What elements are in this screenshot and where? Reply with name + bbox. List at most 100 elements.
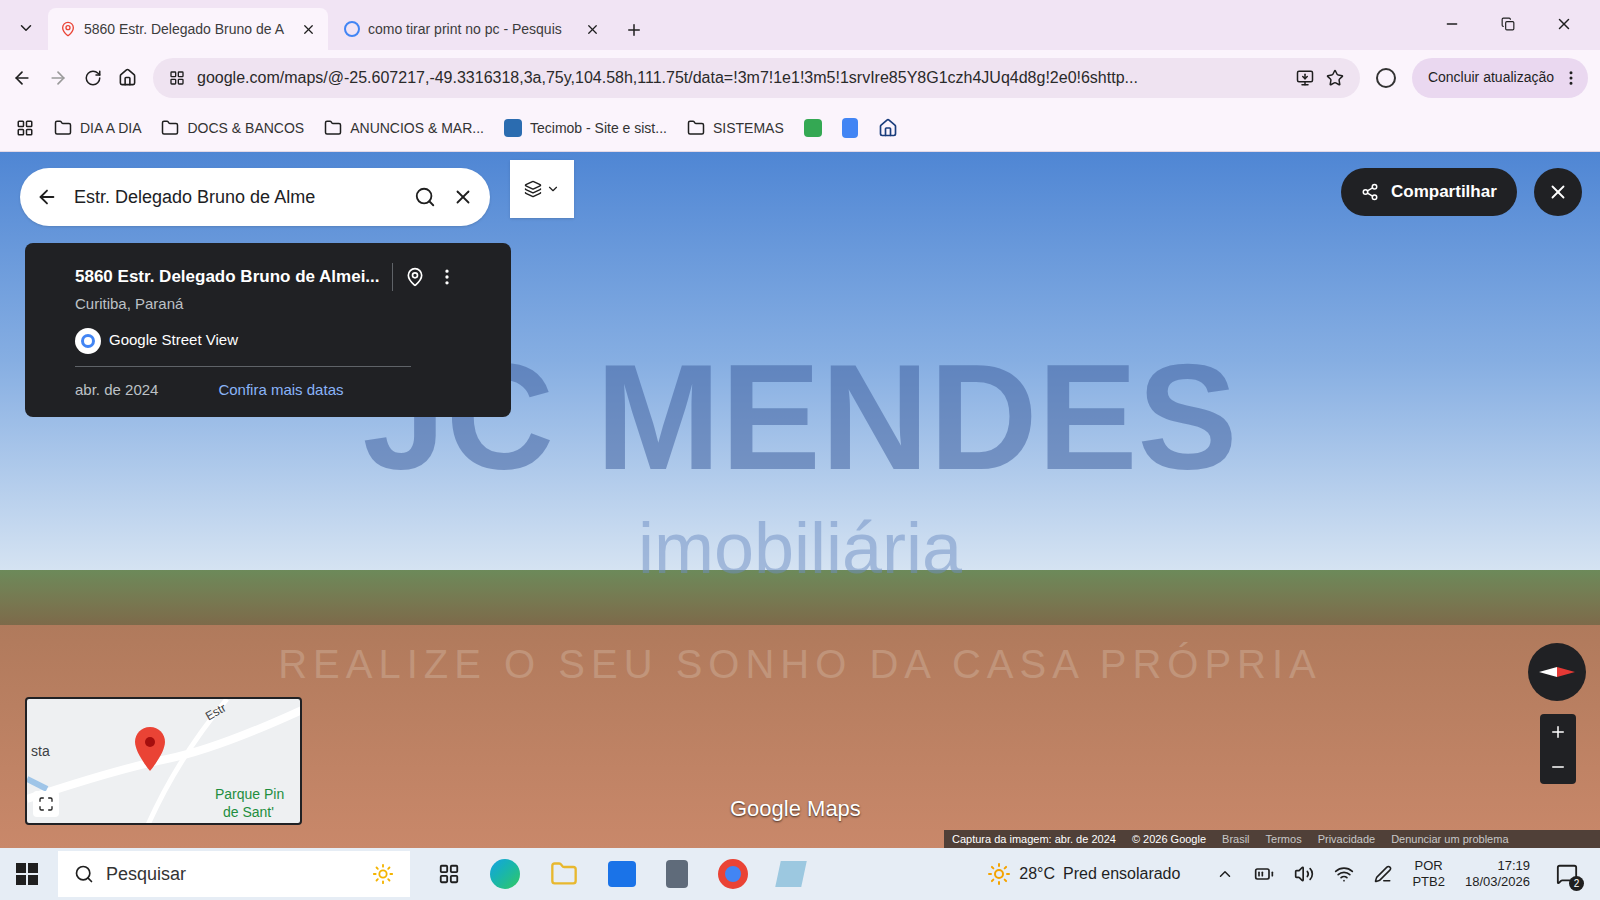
windows-start-icon[interactable] bbox=[16, 863, 38, 885]
copilot-icon bbox=[372, 863, 394, 885]
tab-strip: 5860 Estr. Delegado Bruno de A como tirar… bbox=[0, 0, 1600, 50]
search-icon[interactable] bbox=[414, 186, 436, 208]
map-footer: Captura da imagem: abr. de 2024 © 2026 Go… bbox=[944, 830, 1600, 848]
tab-title: 5860 Estr. Delegado Bruno de A bbox=[84, 19, 293, 40]
footer-link[interactable]: Denunciar um problema bbox=[1391, 831, 1508, 848]
sheets-icon[interactable] bbox=[804, 119, 822, 137]
google-icon bbox=[75, 328, 101, 354]
folder-icon bbox=[324, 119, 342, 137]
footer-link: © 2026 Google bbox=[1132, 831, 1206, 848]
tray-icon[interactable] bbox=[1216, 865, 1234, 883]
minimap[interactable]: staEstrParque Pinde Sant' bbox=[25, 697, 302, 825]
share-icon bbox=[1361, 183, 1379, 201]
card-subtitle: Curitiba, Paraná bbox=[75, 293, 461, 316]
footer-link[interactable]: Privacidade bbox=[1318, 831, 1375, 848]
back-icon[interactable] bbox=[36, 186, 58, 208]
apps-icon[interactable] bbox=[16, 119, 34, 137]
footer-link[interactable]: Termos bbox=[1266, 831, 1302, 848]
extension-icon[interactable] bbox=[1376, 68, 1396, 88]
folder-icon bbox=[687, 119, 705, 137]
info-card: 5860 Estr. Delegado Bruno de Almei...Cur… bbox=[25, 243, 511, 417]
forward-icon[interactable] bbox=[48, 68, 68, 88]
search-input[interactable]: Estr. Delegado Bruno de Alme bbox=[74, 184, 398, 211]
back-icon[interactable] bbox=[12, 68, 32, 88]
home-icon[interactable] bbox=[118, 68, 137, 87]
tab-list-button[interactable] bbox=[8, 8, 44, 48]
folder-icon bbox=[161, 119, 179, 137]
close-tab-icon[interactable] bbox=[585, 22, 600, 37]
clock[interactable]: 17:1918/03/2026 bbox=[1457, 858, 1538, 891]
chrome-icon[interactable] bbox=[718, 859, 748, 889]
compass[interactable] bbox=[1528, 643, 1586, 701]
zoom-out-icon[interactable] bbox=[1549, 758, 1567, 776]
pen-icon[interactable] bbox=[1374, 865, 1392, 883]
weather-widget[interactable]: 28°CPred ensolarado bbox=[987, 862, 1180, 886]
calculator-icon[interactable] bbox=[666, 860, 688, 888]
new-tab-button[interactable] bbox=[616, 10, 652, 50]
zoom-in-icon[interactable] bbox=[1549, 723, 1567, 741]
compass-needle-icon bbox=[1539, 665, 1575, 679]
notifications-button[interactable]: 2 bbox=[1550, 857, 1584, 891]
reload-icon[interactable] bbox=[84, 69, 102, 87]
bookmark[interactable]: DOCS & BANCOS bbox=[161, 118, 304, 139]
tab-title: como tirar print no pc - Pesquis bbox=[368, 19, 577, 40]
bookmark[interactable]: DIA A DIA bbox=[54, 118, 141, 139]
close-window-button[interactable] bbox=[1536, 0, 1592, 48]
clear-icon[interactable] bbox=[452, 186, 474, 208]
search-icon bbox=[74, 864, 94, 884]
address-bar[interactable]: google.com/maps/@-25.607217,-49.3316318,… bbox=[153, 58, 1360, 98]
house-icon[interactable] bbox=[878, 118, 898, 138]
capture-date: abr. de 2024 bbox=[75, 379, 158, 402]
menu-icon bbox=[1562, 69, 1580, 87]
share-button[interactable]: Compartilhar bbox=[1341, 168, 1517, 216]
window-controls bbox=[1424, 0, 1592, 48]
site-info-icon bbox=[169, 70, 185, 86]
browser-tab[interactable]: 5860 Estr. Delegado Bruno de A bbox=[48, 8, 328, 50]
update-button[interactable]: Concluir atualização bbox=[1412, 58, 1588, 98]
google-maps-logo: Google Maps bbox=[730, 792, 861, 825]
map-pin-icon bbox=[135, 727, 165, 771]
footer-link[interactable]: Brasil bbox=[1222, 831, 1250, 848]
edge-icon[interactable] bbox=[490, 859, 520, 889]
toolbar: google.com/maps/@-25.607217,-49.3316318,… bbox=[0, 50, 1600, 105]
maps-icon bbox=[60, 21, 76, 37]
taskbar-search[interactable]: Pesquisar bbox=[58, 851, 410, 897]
language-indicator[interactable]: PORPTB2 bbox=[1412, 858, 1445, 891]
weather-icon bbox=[987, 862, 1011, 886]
outlook-icon[interactable] bbox=[608, 861, 636, 887]
bookmark[interactable]: SISTEMAS bbox=[687, 118, 784, 139]
battery-icon[interactable] bbox=[1254, 864, 1274, 884]
close-icon bbox=[1547, 181, 1569, 203]
bookmark-star-icon[interactable] bbox=[1326, 69, 1344, 87]
volume-icon[interactable] bbox=[1294, 864, 1314, 884]
explorer-icon[interactable] bbox=[550, 860, 578, 888]
install-icon[interactable] bbox=[1296, 69, 1314, 87]
pin-icon[interactable] bbox=[405, 267, 425, 287]
minimize-button[interactable] bbox=[1424, 0, 1480, 48]
close-icon bbox=[1555, 15, 1573, 33]
layers-icon bbox=[524, 180, 542, 198]
layers-button[interactable] bbox=[510, 160, 574, 218]
search-box: Estr. Delegado Bruno de Alme bbox=[20, 168, 490, 226]
expand-button[interactable] bbox=[33, 791, 59, 817]
wifi-icon[interactable] bbox=[1334, 864, 1354, 884]
restore-button[interactable] bbox=[1480, 0, 1536, 48]
app-icon[interactable] bbox=[775, 861, 807, 887]
bookmark[interactable]: ANUNCIOS & MAR... bbox=[324, 118, 484, 139]
bookmark[interactable]: Tecimob - Site e sist... bbox=[504, 118, 667, 139]
task-view-icon[interactable] bbox=[438, 863, 460, 885]
footer-link: Captura da imagem: abr. de 2024 bbox=[952, 831, 1116, 848]
chevron-down-icon bbox=[17, 19, 35, 37]
street-view: JC MENDESimobiliáriaREALIZE O SEU SONHO … bbox=[0, 152, 1600, 848]
more-dates-link[interactable]: Confira mais datas bbox=[218, 379, 343, 402]
site-icon bbox=[504, 119, 522, 137]
plus-icon bbox=[625, 21, 643, 39]
close-tab-icon[interactable] bbox=[301, 22, 316, 37]
minimize-icon bbox=[1444, 16, 1460, 32]
docs-icon[interactable] bbox=[842, 118, 858, 138]
taskbar: Pesquisar 28°CPred ensolarado PORPTB2 17:19… bbox=[0, 848, 1600, 900]
close-street-view-button[interactable] bbox=[1534, 168, 1582, 216]
browser-tab[interactable]: como tirar print no pc - Pesquis bbox=[332, 8, 612, 50]
more-icon[interactable] bbox=[437, 267, 457, 287]
folder-icon bbox=[54, 119, 72, 137]
